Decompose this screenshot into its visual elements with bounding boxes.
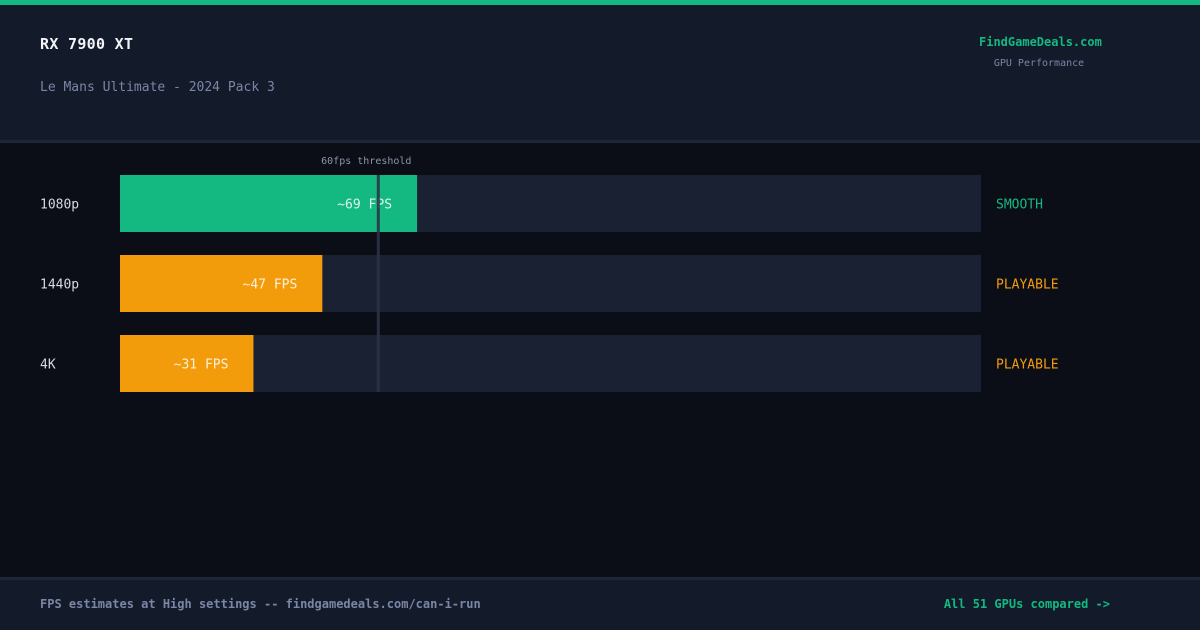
footer-note: FPS estimates at High settings -- findga… — [40, 597, 481, 611]
threshold-line — [376, 175, 380, 392]
rating-label: PLAYABLE — [996, 358, 1059, 373]
threshold-label: 60fps threshold — [321, 156, 411, 167]
resolution-label: 4K — [40, 358, 56, 373]
rating-label: PLAYABLE — [996, 278, 1059, 293]
fps-value-label: ~47 FPS — [243, 278, 298, 293]
gpu-title: RX 7900 XT — [40, 35, 134, 53]
rating-label: SMOOTH — [996, 198, 1043, 213]
resolution-label: 1440p — [40, 278, 79, 293]
game-subtitle: Le Mans Ultimate - 2024 Pack 3 — [40, 80, 275, 95]
resolution-label: 1080p — [40, 198, 79, 213]
header: RX 7900 XT Le Mans Ultimate - 2024 Pack … — [0, 5, 1200, 140]
all-gpus-link[interactable]: All 51 GPUs compared -> — [944, 597, 1110, 611]
fps-bar-chart: 1080p ~69 FPS SMOOTH 1440p ~47 FPS PLAYABLE 4K… — [40, 156, 1059, 392]
fps-value-label: ~31 FPS — [174, 358, 229, 373]
footer: FPS estimates at High settings -- findga… — [0, 580, 1200, 630]
fps-value-label: ~69 FPS — [337, 198, 392, 213]
brand-subtitle: GPU Performance — [993, 58, 1085, 69]
brand-logo-text[interactable]: FindGameDeals.com — [979, 35, 1102, 49]
